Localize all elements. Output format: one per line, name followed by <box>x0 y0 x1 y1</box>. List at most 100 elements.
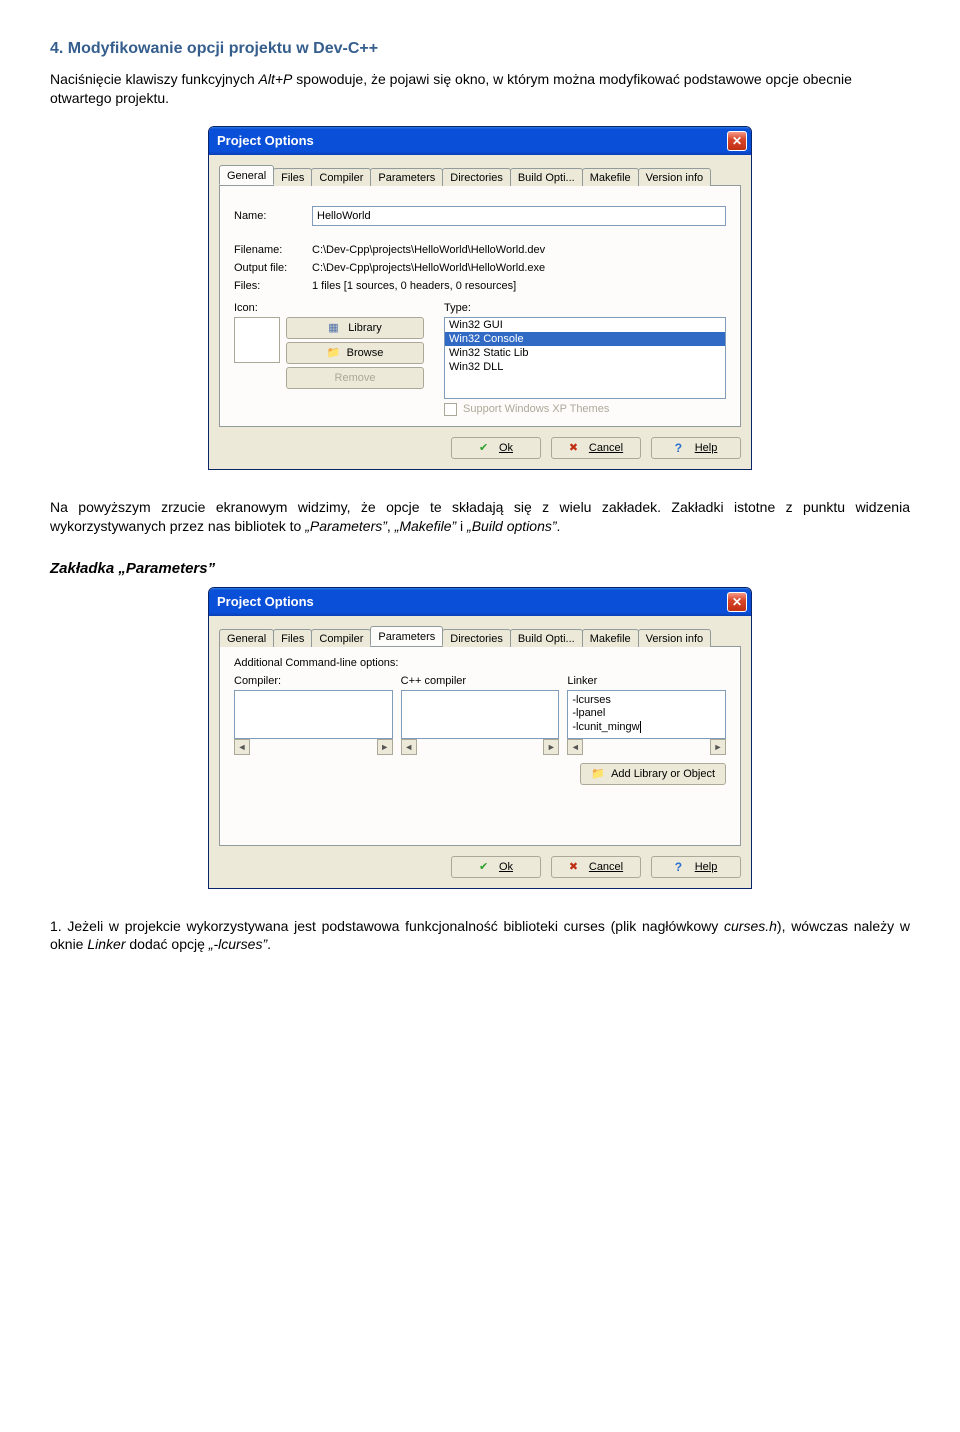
foot-linker: Linker <box>87 936 125 952</box>
list-item-selected[interactable]: Win32 Console <box>445 332 725 346</box>
project-options-dialog-general: Project Options ✕ General Files Compiler… <box>208 126 752 470</box>
compiler-textarea[interactable] <box>234 690 393 739</box>
mid-sep1: , <box>387 518 395 534</box>
quote-parameters: „Parameters” <box>305 518 387 534</box>
output-label: Output file: <box>234 262 312 274</box>
titlebar[interactable]: Project Options ✕ <box>209 588 751 616</box>
tab-version-info[interactable]: Version info <box>638 629 711 647</box>
foot-d: . <box>267 936 271 952</box>
tab-files[interactable]: Files <box>273 168 312 186</box>
section-heading: 4. Modyfikowanie opcji projektu w Dev-C+… <box>50 40 910 58</box>
add-library-label: Add Library or Object <box>611 768 715 780</box>
foot-opt: „-lcurses” <box>209 936 267 952</box>
library-icon <box>328 321 342 335</box>
ok-button[interactable]: Ok <box>451 437 541 459</box>
tab-compiler[interactable]: Compiler <box>311 168 371 186</box>
list-item[interactable]: Win32 DLL <box>445 360 725 374</box>
list-item[interactable]: Win32 GUI <box>445 318 725 332</box>
tab-parameters[interactable]: Parameters <box>370 168 443 186</box>
middle-paragraph: Na powyższym zrzucie ekranowym widzimy, … <box>50 498 910 536</box>
intro-text-a: Naciśnięcie klawiszy funkcyjnych <box>50 71 259 87</box>
add-library-button[interactable]: Add Library or Object <box>580 763 726 785</box>
ok-button[interactable]: Ok <box>451 856 541 878</box>
cpp-textarea[interactable] <box>401 690 560 739</box>
tab-parameters[interactable]: Parameters <box>370 626 443 646</box>
remove-button: Remove <box>286 367 424 389</box>
name-input[interactable]: HelloWorld <box>312 206 726 226</box>
type-label: Type: <box>444 302 726 314</box>
cancel-label: Cancel <box>589 861 623 873</box>
linker-textarea[interactable]: -lcurses -lpanel -lcunit_mingw <box>567 690 726 739</box>
filename-label: Filename: <box>234 244 312 256</box>
ok-label: Ok <box>499 861 513 873</box>
tab-makefile[interactable]: Makefile <box>582 629 639 647</box>
help-icon <box>675 860 689 874</box>
name-value: HelloWorld <box>317 210 371 222</box>
tab-directories[interactable]: Directories <box>442 168 511 186</box>
filename-value: C:\Dev-Cpp\projects\HelloWorld\HelloWorl… <box>312 244 545 256</box>
mid-end: . <box>557 518 561 534</box>
footnote-paragraph: 1. Jeżeli w projekcie wykorzystywana jes… <box>50 917 910 955</box>
parameters-subheading: Zakładka „Parameters” <box>50 560 910 577</box>
browse-button[interactable]: Browse <box>286 342 424 364</box>
icon-label: Icon: <box>234 302 424 314</box>
scroll-left-icon[interactable]: ◄ <box>234 739 250 755</box>
library-button[interactable]: Library <box>286 317 424 339</box>
foot-file: curses.h <box>724 918 777 934</box>
titlebar[interactable]: Project Options ✕ <box>209 127 751 155</box>
scroll-right-icon[interactable]: ► <box>543 739 559 755</box>
quote-makefile: „Makefile” <box>395 518 456 534</box>
project-options-dialog-parameters: Project Options ✕ General Files Compiler… <box>208 587 752 889</box>
check-icon <box>479 441 493 455</box>
ok-label: Ok <box>499 442 513 454</box>
folder-icon <box>327 346 341 360</box>
tab-general[interactable]: General <box>219 165 274 185</box>
mid-sep2: i <box>456 518 467 534</box>
cancel-button[interactable]: Cancel <box>551 856 641 878</box>
scroll-right-icon[interactable]: ► <box>377 739 393 755</box>
tab-files[interactable]: Files <box>273 629 312 647</box>
remove-button-label: Remove <box>335 372 376 384</box>
tab-general[interactable]: General <box>219 629 274 647</box>
close-icon[interactable]: ✕ <box>727 592 747 612</box>
intro-paragraph: Naciśnięcie klawiszy funkcyjnych Alt+P s… <box>50 70 910 108</box>
tabbar: General Files Compiler Parameters Direct… <box>219 163 741 185</box>
name-label: Name: <box>234 210 312 222</box>
xp-themes-label: Support Windows XP Themes <box>463 403 609 415</box>
cancel-label: Cancel <box>589 442 623 454</box>
foot-a: 1. Jeżeli w projekcie wykorzystywana jes… <box>50 918 724 934</box>
scroll-left-icon[interactable]: ◄ <box>567 739 583 755</box>
scroll-left-icon[interactable]: ◄ <box>401 739 417 755</box>
help-button[interactable]: Help <box>651 437 741 459</box>
help-button[interactable]: Help <box>651 856 741 878</box>
icon-preview <box>234 317 280 363</box>
folder-icon <box>591 767 605 781</box>
xp-themes-option: Support Windows XP Themes <box>444 403 726 416</box>
list-item[interactable]: Win32 Static Lib <box>445 346 725 360</box>
window-title: Project Options <box>217 133 314 148</box>
scroll-right-icon[interactable]: ► <box>710 739 726 755</box>
text-cursor <box>640 721 641 733</box>
linker-column-label: Linker <box>567 675 726 687</box>
additional-options-label: Additional Command-line options: <box>234 657 726 669</box>
foot-c: dodać opcję <box>126 936 209 952</box>
tab-makefile[interactable]: Makefile <box>582 168 639 186</box>
close-icon[interactable]: ✕ <box>727 131 747 151</box>
tab-build-options[interactable]: Build Opti... <box>510 168 583 186</box>
cancel-button[interactable]: Cancel <box>551 437 641 459</box>
x-icon <box>569 860 583 874</box>
linker-line: -lcurses <box>572 694 721 708</box>
cpp-column-label: C++ compiler <box>401 675 560 687</box>
files-value: 1 files [1 sources, 0 headers, 0 resourc… <box>312 280 516 292</box>
tab-version-info[interactable]: Version info <box>638 168 711 186</box>
tab-compiler[interactable]: Compiler <box>311 629 371 647</box>
check-icon <box>479 860 493 874</box>
type-listbox[interactable]: Win32 GUI Win32 Console Win32 Static Lib… <box>444 317 726 399</box>
help-icon <box>675 441 689 455</box>
tab-build-options[interactable]: Build Opti... <box>510 629 583 647</box>
tab-panel-general: Name: HelloWorld Filename: C:\Dev-Cpp\pr… <box>219 185 741 427</box>
output-value: C:\Dev-Cpp\projects\HelloWorld\HelloWorl… <box>312 262 545 274</box>
window-title: Project Options <box>217 594 314 609</box>
tab-directories[interactable]: Directories <box>442 629 511 647</box>
checkbox-icon <box>444 403 457 416</box>
